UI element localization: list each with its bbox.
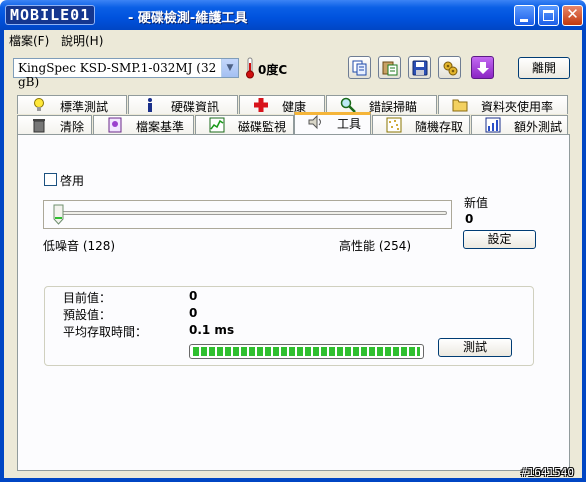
current-value: 0 <box>189 289 198 303</box>
tab-random-access[interactable]: 隨機存取 <box>372 115 470 134</box>
avg-access-label: 平均存取時間： <box>63 325 148 339</box>
exit-button[interactable]: 離開 <box>518 57 570 79</box>
watermark: #1641540 <box>521 466 574 479</box>
test-progress-bar <box>189 344 424 359</box>
new-value: 0 <box>465 212 474 226</box>
tab-folder-usage[interactable]: 資料夾使用率 <box>438 95 568 114</box>
extra-test-icon <box>485 117 501 133</box>
paste-icon <box>382 61 398 76</box>
tab-disk-monitor[interactable]: 磁碟監視 <box>195 115 294 134</box>
random-access-icon <box>386 117 402 133</box>
tab-erase[interactable]: 清除 <box>17 115 92 134</box>
tab-label: 硬碟資訊 <box>171 100 220 114</box>
menu-bar: 檔案(F) 說明(H) <box>0 30 586 48</box>
save-icon <box>412 60 428 76</box>
new-value-label: 新值 <box>464 196 489 210</box>
lightbulb-icon <box>34 98 44 111</box>
monitor-icon <box>209 117 225 133</box>
copy-button[interactable] <box>348 56 371 79</box>
chevron-down-icon[interactable]: ▼ <box>221 59 238 77</box>
menu-file[interactable]: 檔案(F) <box>9 32 49 49</box>
maximize-icon <box>543 10 554 21</box>
health-cross-icon <box>254 98 268 112</box>
trash-icon <box>33 119 45 133</box>
tab-label: 額外測試 <box>514 120 563 134</box>
folder-icon <box>452 99 468 112</box>
default-value: 0 <box>189 306 198 320</box>
download-icon <box>477 62 489 74</box>
tab-label: 標準測試 <box>60 100 109 114</box>
slider-track <box>60 211 447 215</box>
tab-label: 資料夾使用率 <box>481 100 554 114</box>
progress-fill <box>193 347 420 356</box>
copy-icon <box>352 60 367 76</box>
speaker-icon <box>308 114 321 130</box>
avg-access-value: 0.1 ms <box>189 323 235 337</box>
options-icon <box>443 61 458 76</box>
test-button[interactable]: 測試 <box>438 338 512 357</box>
maximize-button[interactable] <box>538 5 559 26</box>
slider-thumb[interactable] <box>53 204 64 225</box>
options-button[interactable] <box>438 56 461 79</box>
title-bar: MOBILE01 - 硬碟檢測-維護工具 ✕ <box>0 0 586 30</box>
drive-select[interactable]: KingSpec KSD-SMP.1-032MJ (32 gB) ▼ <box>13 58 239 89</box>
tab-label: 檔案基準 <box>136 120 185 134</box>
tab-label: 清除 <box>60 120 85 134</box>
aam-slider[interactable] <box>43 200 452 229</box>
menu-help[interactable]: 說明(H) <box>61 32 103 49</box>
paste-button[interactable] <box>378 56 401 79</box>
current-value-label: 目前值： <box>63 291 112 305</box>
low-noise-label: 低噪音 (128) <box>43 239 116 253</box>
set-button[interactable]: 設定 <box>463 230 536 249</box>
thermometer-icon <box>246 57 254 79</box>
enable-checkbox[interactable] <box>44 173 57 186</box>
tab-extra-tests[interactable]: 額外測試 <box>471 115 568 134</box>
tab-drive-info[interactable]: 硬碟資訊 <box>128 95 238 114</box>
tab-file-benchmark[interactable]: 檔案基準 <box>93 115 194 134</box>
tab-label: 錯誤掃瞄 <box>369 100 418 114</box>
magnifier-icon <box>340 97 356 113</box>
tab-tools[interactable]: 工具 <box>294 112 371 134</box>
app-logo: MOBILE01 <box>5 5 96 25</box>
tab-label: 隨機存取 <box>415 120 464 134</box>
save-button[interactable] <box>408 56 431 79</box>
enable-label: 啓用 <box>60 174 85 188</box>
info-icon <box>148 98 152 112</box>
minimize-icon <box>520 19 528 22</box>
download-button[interactable] <box>471 56 494 79</box>
minimize-button[interactable] <box>514 5 535 26</box>
temperature-readout: 0度C <box>258 63 288 77</box>
tab-label: 工具 <box>337 117 362 131</box>
file-benchmark-icon <box>108 117 122 133</box>
default-value-label: 預設值： <box>63 308 112 322</box>
window-title: - 硬碟檢測-維護工具 <box>128 11 248 26</box>
tab-benchmark[interactable]: 標準測試 <box>17 95 127 114</box>
close-button[interactable]: ✕ <box>562 5 583 26</box>
close-icon: ✕ <box>566 5 579 23</box>
high-performance-label: 高性能 (254) <box>339 239 412 253</box>
tab-label: 磁碟監視 <box>238 120 287 134</box>
